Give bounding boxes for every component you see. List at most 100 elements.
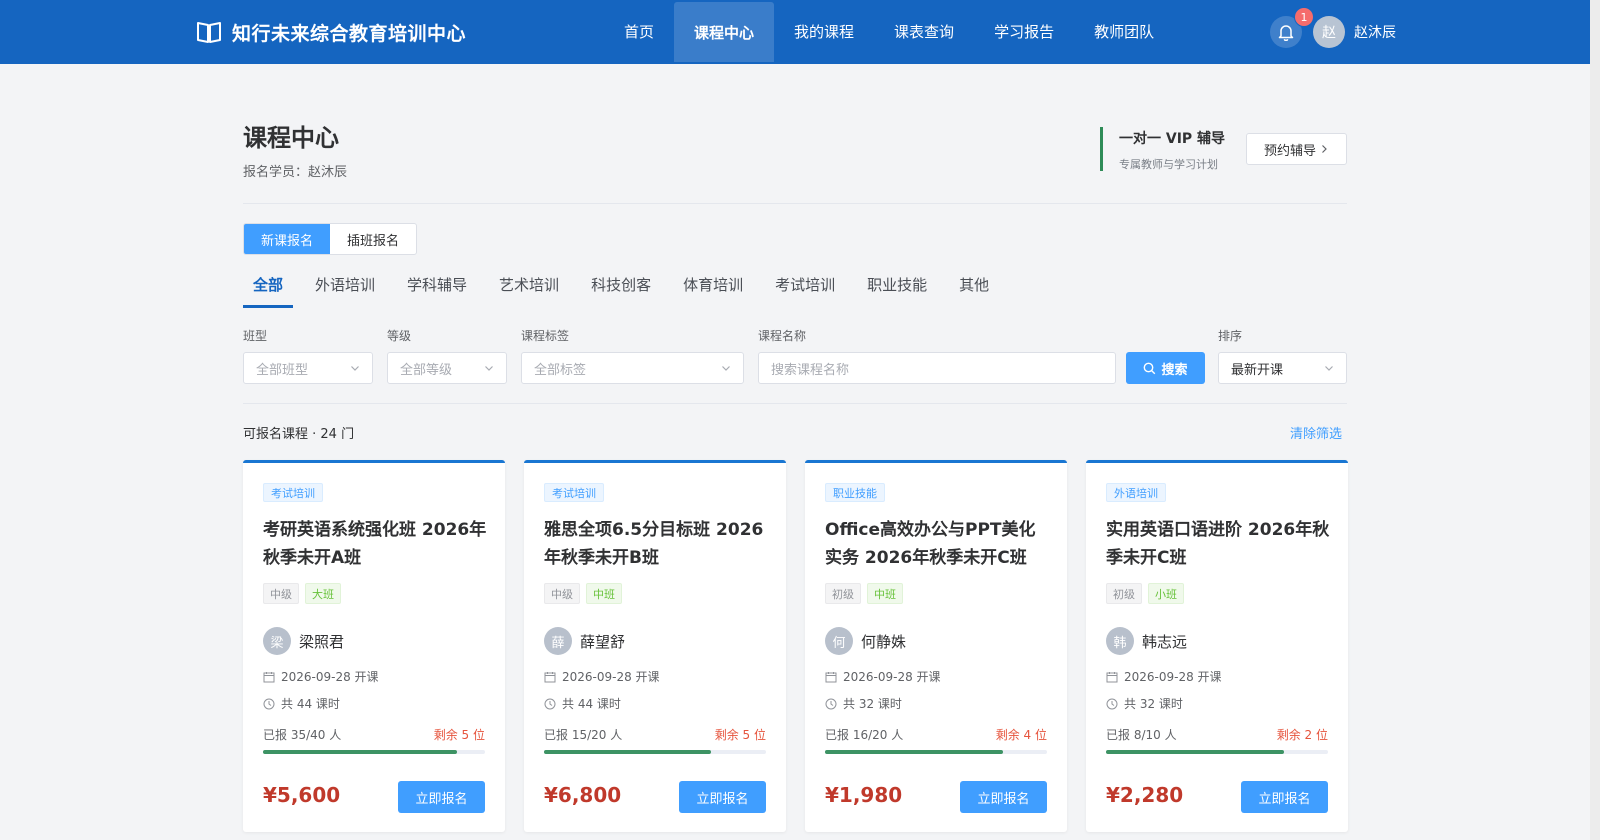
start-date-text: 2026-09-28 开课: [281, 670, 379, 684]
start-date-text: 2026-09-28 开课: [562, 670, 660, 684]
nav-schedule[interactable]: 课表查询: [874, 0, 974, 62]
category-tech[interactable]: 科技创客: [581, 274, 661, 308]
sort-label: 排序: [1218, 329, 1243, 343]
category-career[interactable]: 职业技能: [857, 274, 937, 308]
nav-home[interactable]: 首页: [604, 0, 674, 62]
brand[interactable]: 知行未来综合教育培训中心: [196, 0, 466, 64]
book-tutoring-button[interactable]: 预约辅导: [1246, 133, 1347, 165]
course-title[interactable]: Office高效办公与PPT美化实务 2026年秋季未开C班: [825, 516, 1051, 572]
course-hours: 共 32 课时: [1106, 695, 1183, 712]
remaining-seats: 剩余 4 位: [995, 728, 1047, 742]
student-label: 报名学员：赵沐辰: [243, 165, 348, 180]
enroll-progress-fill: [263, 750, 458, 754]
level-label: 等级: [387, 329, 412, 343]
level-pill: 初级: [825, 583, 861, 604]
course-card[interactable]: 考试培训 考研英语系统强化班 2026年秋季未开A班 中级 大班 梁 梁照君 2…: [243, 460, 505, 832]
clear-filters-link[interactable]: 清除筛选: [1290, 423, 1342, 442]
enroll-button[interactable]: 立即报名: [679, 781, 766, 813]
category-other[interactable]: 其他: [949, 274, 999, 308]
teacher-name: 薛望舒: [580, 633, 626, 651]
book-icon: [197, 22, 221, 43]
enroll-button[interactable]: 立即报名: [398, 781, 485, 813]
divider: [243, 203, 1347, 204]
course-name-placeholder: 搜索课程名称: [771, 362, 850, 378]
nav-course-center[interactable]: 课程中心: [674, 2, 775, 62]
enroll-button[interactable]: 立即报名: [960, 781, 1047, 813]
course-title[interactable]: 考研英语系统强化班 2026年秋季未开A班: [263, 516, 489, 572]
category-sports[interactable]: 体育培训: [673, 274, 753, 308]
category-all[interactable]: 全部: [243, 274, 294, 308]
start-date: 2026-09-28 开课: [544, 668, 660, 685]
user-name[interactable]: 赵沐辰: [1354, 0, 1396, 64]
teacher-avatar: 韩: [1106, 627, 1134, 655]
enroll-progress: [544, 750, 766, 754]
page-title: 课程中心: [243, 124, 339, 152]
enroll-progress: [1106, 750, 1328, 754]
course-hours-text: 共 32 课时: [1124, 697, 1183, 711]
tag-select[interactable]: 全部标签: [521, 352, 744, 384]
nav-label: 教师团队: [1094, 22, 1155, 41]
course-card[interactable]: 外语培训 实用英语口语进阶 2026年秋季未开C班 初级 小班 韩 韩志远 20…: [1086, 460, 1348, 832]
chevron-down-icon: [722, 366, 730, 371]
enroll-progress: [263, 750, 485, 754]
enroll-progress-fill: [544, 750, 711, 754]
chevron-right-icon: [1322, 145, 1327, 153]
top-navbar: 知行未来综合教育培训中心 首页 课程中心 我的课程 课表查询 学习报告 教师团队…: [0, 0, 1590, 64]
course-name-input[interactable]: 搜索课程名称: [758, 352, 1116, 384]
category-tag: 考试培训: [263, 483, 323, 502]
tab-transfer-enroll[interactable]: 插班报名: [330, 224, 416, 254]
course-card[interactable]: 考试培训 雅思全项6.5分目标班 2026年秋季未开B班 中级 中班 薛 薛望舒…: [524, 460, 786, 832]
category-tabs: 全部 外语培训 学科辅导 艺术培训 科技创客 体育培训 考试培训 职业技能 其他: [243, 274, 1011, 308]
nav-label: 课程中心: [694, 23, 755, 42]
course-price: ¥6,800: [544, 783, 622, 807]
nav-label: 我的课程: [794, 22, 855, 41]
teacher-name: 韩志远: [1142, 633, 1188, 651]
course-name-label: 课程名称: [758, 329, 807, 343]
level-select[interactable]: 全部等级: [387, 352, 507, 384]
enroll-mode-toggle: 新课报名 插班报名: [243, 223, 417, 255]
enrolled-count: 已报 35/40 人: [263, 728, 342, 742]
notification-badge: 1: [1294, 7, 1314, 27]
teacher-avatar: 薛: [544, 627, 572, 655]
book-tutoring-label: 预约辅导: [1263, 143, 1316, 159]
page-scrollbar[interactable]: [1590, 0, 1600, 840]
nav-report[interactable]: 学习报告: [974, 0, 1074, 62]
sort-value: 最新开课: [1231, 362, 1284, 378]
course-pills: 初级 中班: [825, 583, 909, 604]
search-button[interactable]: 搜索: [1126, 352, 1205, 384]
vip-title: 一对一 VIP 辅导: [1119, 131, 1226, 147]
notification-button[interactable]: 1: [1270, 7, 1314, 48]
category-tag: 职业技能: [825, 483, 885, 502]
class-type-select[interactable]: 全部班型: [243, 352, 373, 384]
course-card[interactable]: 职业技能 Office高效办公与PPT美化实务 2026年秋季未开C班 初级 中…: [805, 460, 1067, 832]
sort-select[interactable]: 最新开课: [1218, 352, 1347, 384]
nav-label: 首页: [624, 22, 655, 41]
course-hours-text: 共 44 课时: [562, 697, 621, 711]
course-hours-text: 共 44 课时: [281, 697, 340, 711]
class-type-value: 全部班型: [256, 362, 309, 378]
level-value: 全部等级: [400, 362, 453, 378]
clock-icon: [263, 698, 275, 709]
category-language[interactable]: 外语培训: [305, 274, 385, 308]
tab-new-enroll[interactable]: 新课报名: [244, 224, 330, 254]
user-avatar[interactable]: 赵: [1313, 16, 1345, 48]
enroll-button[interactable]: 立即报名: [1241, 781, 1328, 813]
course-pills: 中级 中班: [544, 583, 628, 604]
chevron-down-icon: [1325, 366, 1333, 371]
remaining-seats: 剩余 2 位: [1276, 728, 1328, 742]
class-type-label: 班型: [243, 329, 268, 343]
start-date: 2026-09-28 开课: [1106, 668, 1222, 685]
category-subject[interactable]: 学科辅导: [397, 274, 477, 308]
course-title[interactable]: 实用英语口语进阶 2026年秋季未开C班: [1106, 516, 1332, 572]
category-art[interactable]: 艺术培训: [489, 274, 569, 308]
nav-teachers[interactable]: 教师团队: [1074, 0, 1174, 62]
course-title[interactable]: 雅思全项6.5分目标班 2026年秋季未开B班: [544, 516, 770, 572]
teacher-avatar: 梁: [263, 627, 291, 655]
level-pill: 中级: [544, 583, 580, 604]
vip-subtitle: 专属教师与学习计划: [1119, 158, 1218, 171]
calendar-icon: [825, 671, 837, 682]
nav-my-courses[interactable]: 我的课程: [774, 0, 874, 62]
enroll-progress: [825, 750, 1047, 754]
course-price: ¥1,980: [825, 783, 903, 807]
category-exam[interactable]: 考试培训: [765, 274, 845, 308]
